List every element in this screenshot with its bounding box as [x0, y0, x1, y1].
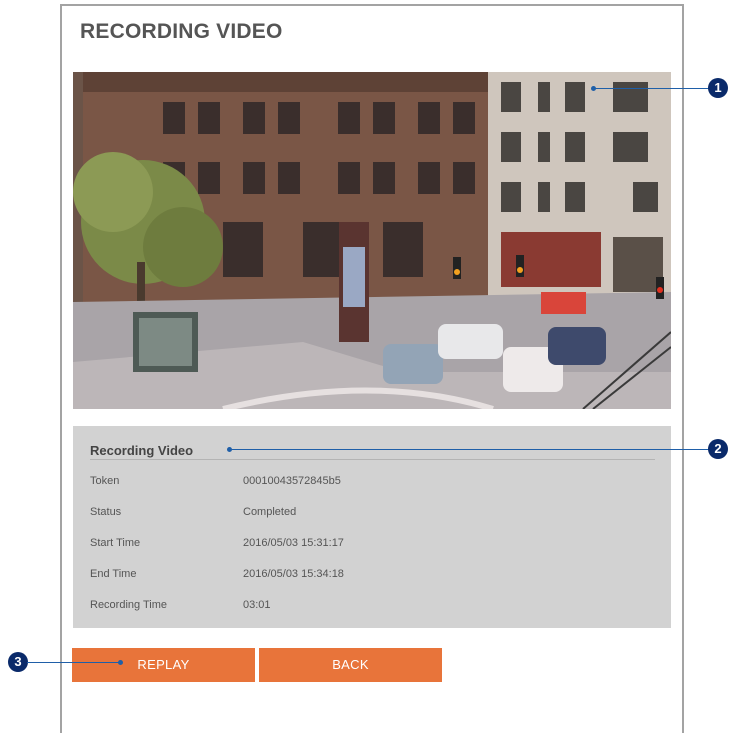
callout-1-marker: 1 [708, 78, 728, 98]
page-title: RECORDING VIDEO [80, 20, 283, 43]
callout-2-line [231, 449, 709, 450]
callout-3-marker: 3 [8, 652, 28, 672]
callout-1-line [595, 88, 709, 89]
info-row-start-time: Start Time 2016/05/03 15:31:17 [90, 537, 650, 553]
token-label: Token [90, 475, 120, 487]
end-time-value: 2016/05/03 15:34:18 [243, 568, 344, 580]
callout-2-marker: 2 [708, 439, 728, 459]
recording-info-panel: Recording Video Token 00010043572845b5 S… [73, 426, 671, 628]
video-frame-image [73, 72, 671, 409]
token-value: 00010043572845b5 [243, 475, 341, 487]
info-row-token: Token 00010043572845b5 [90, 475, 650, 491]
callout-3-dot [118, 660, 123, 665]
start-time-label: Start Time [90, 537, 141, 549]
info-row-recording-time: Recording Time 03:01 [90, 599, 650, 615]
recording-time-label: Recording Time [90, 599, 168, 611]
back-button[interactable]: BACK [259, 648, 442, 682]
status-value: Completed [243, 506, 297, 518]
start-time-value: 2016/05/03 15:31:17 [243, 537, 344, 549]
end-time-label: End Time [90, 568, 137, 580]
replay-button[interactable]: REPLAY [72, 648, 255, 682]
info-title: Recording Video [90, 443, 194, 458]
video-player[interactable] [73, 72, 671, 409]
info-row-status: Status Completed [90, 506, 650, 522]
recording-time-value: 03:01 [243, 599, 271, 611]
info-row-end-time: End Time 2016/05/03 15:34:18 [90, 568, 650, 584]
callout-3-line [27, 662, 120, 663]
info-divider [90, 459, 655, 460]
status-label: Status [90, 506, 122, 518]
